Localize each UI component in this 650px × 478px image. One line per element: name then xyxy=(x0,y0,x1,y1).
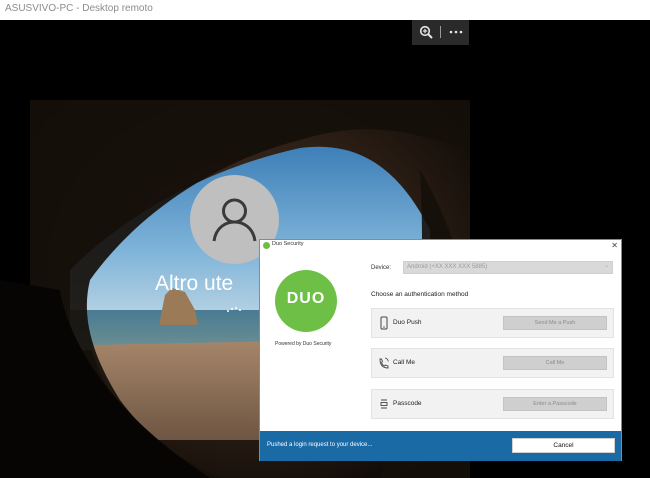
dialog-titlebar: Duo Security ✕ xyxy=(260,240,621,252)
enter-passcode-button[interactable]: Enter a Passcode xyxy=(503,397,607,411)
more-options-icon[interactable] xyxy=(448,25,464,39)
choose-method-heading: Choose an authentication method xyxy=(371,291,469,298)
toolbar-separator xyxy=(440,26,441,38)
window-titlebar: ASUSVIVO-PC - Desktop remoto xyxy=(0,0,650,20)
device-select[interactable]: Android (+XX XXX XXX 5885) ⌄ xyxy=(403,261,613,274)
duo-auth-dialog: Duo Security ✕ DUO Powered by Duo Securi… xyxy=(259,239,622,461)
method-label: Duo Push xyxy=(393,319,422,326)
dialog-title: Duo Security xyxy=(272,241,304,247)
method-label: Passcode xyxy=(393,400,422,407)
close-icon[interactable]: ✕ xyxy=(611,240,618,251)
lockscreen-username: Altro ute xyxy=(155,272,234,295)
powered-by-label: Powered by Duo Security xyxy=(275,341,332,347)
device-select-value: Android (+XX XXX XXX 5885) xyxy=(407,264,488,270)
duo-app-icon xyxy=(263,242,270,249)
dialog-status-bar: Pushed a login request to your device...… xyxy=(260,431,621,461)
remote-toolbar xyxy=(412,20,469,45)
method-row-duo-push: Duo Push Send Me a Push xyxy=(371,308,614,338)
phone-icon xyxy=(380,316,388,330)
passcode-icon xyxy=(380,399,388,409)
call-icon xyxy=(379,357,389,369)
method-row-passcode: Passcode Enter a Passcode xyxy=(371,389,614,419)
method-label: Call Me xyxy=(393,359,416,366)
method-row-call-me: Call Me Call Me xyxy=(371,348,614,378)
chevron-down-icon: ⌄ xyxy=(603,263,609,269)
loading-spinner-icon xyxy=(227,307,241,312)
call-me-button[interactable]: Call Me xyxy=(503,356,607,370)
window-title: ASUSVIVO-PC - Desktop remoto xyxy=(5,3,153,14)
device-label: Device: xyxy=(371,265,392,271)
status-message: Pushed a login request to your device... xyxy=(267,442,373,448)
send-push-button[interactable]: Send Me a Push xyxy=(503,316,607,330)
zoom-in-icon[interactable] xyxy=(419,25,433,39)
cancel-button[interactable]: Cancel xyxy=(512,438,615,453)
duo-logo-text: DUO xyxy=(286,290,326,307)
duo-logo: DUO xyxy=(275,270,337,332)
